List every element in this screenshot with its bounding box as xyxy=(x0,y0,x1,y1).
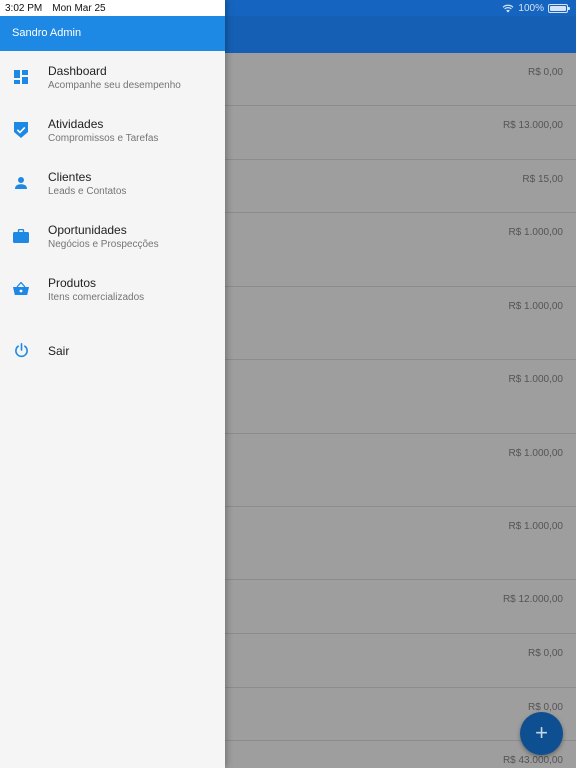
list-item-value: R$ 0,00 xyxy=(527,702,563,713)
battery-level xyxy=(550,5,566,11)
list-item-value: R$ 12.000,00 xyxy=(502,594,563,605)
add-button[interactable]: + xyxy=(520,712,563,755)
briefcase-icon xyxy=(13,228,29,244)
wifi-icon xyxy=(503,4,514,12)
menu-item-atividades[interactable]: Atividades Compromissos e Tarefas xyxy=(0,104,225,157)
menu-item-title: Sair xyxy=(48,344,70,358)
menu-item-subtitle: Compromissos e Tarefas xyxy=(48,133,159,144)
shield-check-icon xyxy=(13,122,29,138)
menu-item-title: Produtos xyxy=(48,276,97,290)
menu-item-subtitle: Leads e Contatos xyxy=(48,186,127,197)
list-item-value: R$ 1.000,00 xyxy=(508,227,564,238)
list-item-value: R$ 1.000,00 xyxy=(508,301,564,312)
battery-percentage: 100% xyxy=(518,2,544,14)
list-item-value: R$ 1.000,00 xyxy=(508,448,564,459)
dashboard-icon xyxy=(13,69,29,85)
status-time: 3:02 PM xyxy=(5,2,43,14)
menu-item-title: Clientes xyxy=(48,170,92,184)
menu-item-oportunidades[interactable]: Oportunidades Negócios e Prospecções xyxy=(0,210,225,263)
menu-item-dashboard[interactable]: Dashboard Acompanhe seu desempenho xyxy=(0,51,225,104)
person-icon xyxy=(13,175,29,191)
menu-item-subtitle: Itens comercializados xyxy=(48,292,145,303)
menu-item-title: Atividades xyxy=(48,117,104,131)
menu-item-title: Oportunidades xyxy=(48,223,127,237)
list-item-value: R$ 13.000,00 xyxy=(502,120,563,131)
list-item-value: R$ 1.000,00 xyxy=(508,521,564,532)
menu-item-subtitle: Negócios e Prospecções xyxy=(48,239,159,250)
menu-item-produtos[interactable]: Produtos Itens comercializados xyxy=(0,263,225,316)
basket-icon xyxy=(13,281,29,297)
status-bar-time: 3:02 PM Mon Mar 25 xyxy=(0,0,225,16)
battery-icon xyxy=(548,3,570,13)
power-icon xyxy=(13,342,29,358)
list-item-value: R$ 0,00 xyxy=(527,648,563,659)
status-indicators: 100% xyxy=(502,1,570,15)
user-name: Sandro Admin xyxy=(12,27,82,39)
plus-icon: + xyxy=(535,720,548,745)
list-item-value: R$ 15,00 xyxy=(522,174,563,185)
menu-item-clientes[interactable]: Clientes Leads e Contatos xyxy=(0,157,225,210)
menu-item-subtitle: Acompanhe seu desempenho xyxy=(48,80,181,91)
list-item-value: R$ 0,00 xyxy=(527,67,563,78)
status-date: Mon Mar 25 xyxy=(52,2,106,14)
list-item-value: R$ 1.000,00 xyxy=(508,374,564,385)
menu-item-sair[interactable]: Sair xyxy=(0,316,225,369)
menu-item-title: Dashboard xyxy=(48,64,107,78)
drawer-menu: Dashboard Acompanhe seu desempenho Ativi… xyxy=(0,51,225,369)
drawer-header: Sandro Admin xyxy=(0,16,225,51)
navigation-drawer: Sandro Admin Dashboard Acompanhe seu des… xyxy=(0,0,225,768)
list-item-value: R$ 43.000,00 xyxy=(502,755,563,766)
